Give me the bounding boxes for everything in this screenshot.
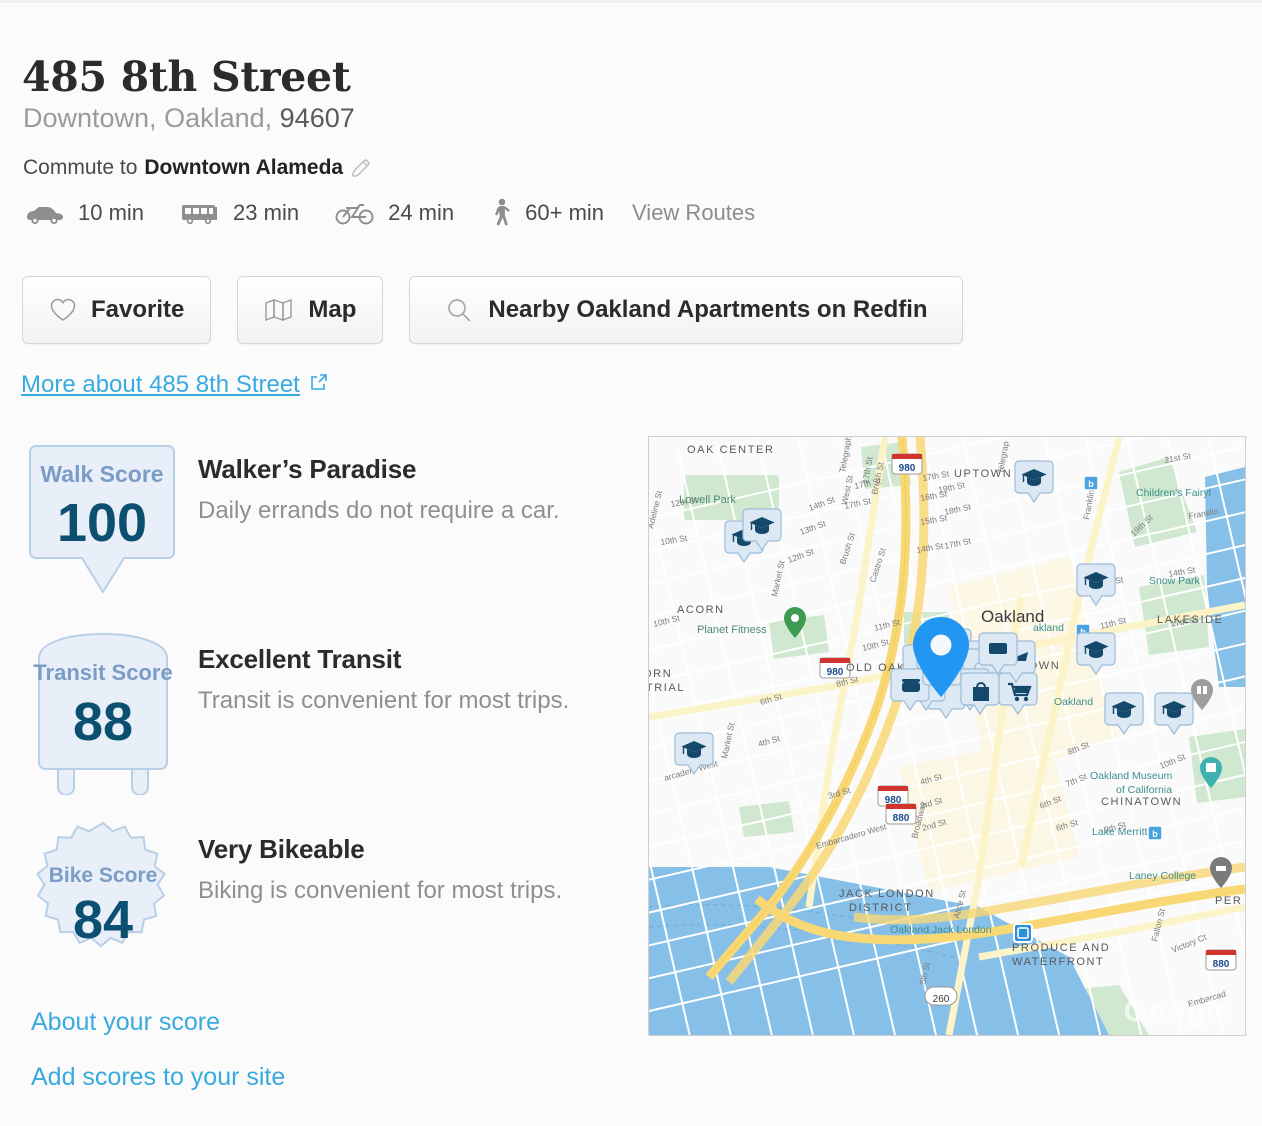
svg-text:Planet Fitness: Planet Fitness bbox=[697, 624, 767, 636]
commute-destination-row: Commute to Downtown Alameda bbox=[23, 156, 372, 180]
more-about-link[interactable]: More about 485 8th Street bbox=[21, 371, 329, 399]
footer-links: About your score Add scores to your site bbox=[31, 1008, 285, 1118]
add-scores-link[interactable]: Add scores to your site bbox=[31, 1063, 285, 1092]
about-your-score-link[interactable]: About your score bbox=[31, 1008, 285, 1037]
svg-text:PRODUCE AND: PRODUCE AND bbox=[1012, 942, 1110, 954]
zip-label: 94607 bbox=[279, 103, 355, 133]
commute-mode-car: 10 min bbox=[23, 198, 144, 228]
svg-text:Children's Fairyl: Children's Fairyl bbox=[1136, 487, 1211, 499]
favorite-button[interactable]: Favorite bbox=[22, 276, 212, 344]
commute-mode-walk-label: 60+ min bbox=[525, 200, 605, 225]
walk-icon bbox=[488, 198, 514, 228]
search-icon bbox=[444, 296, 474, 324]
svg-text:980: 980 bbox=[827, 667, 844, 678]
svg-text:JACK LONDON: JACK LONDON bbox=[839, 888, 935, 900]
bike-score-title: Very Bikeable bbox=[198, 834, 365, 864]
nearby-apartments-button[interactable]: Nearby Oakland Apartments on Redfin bbox=[409, 276, 963, 344]
walk-score-badge-label: Walk Score bbox=[40, 461, 163, 487]
bike-score-badge-value: 84 bbox=[73, 890, 133, 950]
commute-mode-bus-label: 23 min bbox=[233, 200, 300, 225]
map-button[interactable]: Map bbox=[237, 276, 384, 344]
page-title: 485 8th Street bbox=[22, 53, 351, 102]
nearby-apartments-button-label: Nearby Oakland Apartments on Redfin bbox=[488, 296, 928, 323]
score-row-bike: Bike Score 84 Very Bikeable Biking is co… bbox=[28, 820, 628, 1010]
svg-text:880: 880 bbox=[893, 813, 910, 824]
commute-destination-label: Downtown Alameda bbox=[144, 156, 344, 179]
svg-text:WATERFRONT: WATERFRONT bbox=[1012, 956, 1104, 968]
svg-text:b: b bbox=[1088, 479, 1094, 489]
svg-text:STRIAL: STRIAL bbox=[649, 682, 685, 694]
bus-icon bbox=[178, 198, 222, 228]
score-row-transit: Transit Score 88 Excellent Transit Trans… bbox=[28, 630, 628, 820]
action-button-row: Favorite Map Nearby Oakland Apartments o… bbox=[22, 276, 963, 344]
svg-text:DISTRICT: DISTRICT bbox=[849, 902, 913, 914]
map-panel[interactable]: .st{fill:none;stroke:#ffffff;stroke-widt… bbox=[648, 436, 1246, 1036]
commute-mode-bus: 23 min bbox=[178, 198, 299, 228]
bike-score-badge-label: Bike Score bbox=[49, 864, 158, 887]
address-comma: , bbox=[264, 103, 280, 133]
bike-score-badge[interactable]: Bike Score 84 bbox=[28, 820, 178, 985]
map-canvas: .st{fill:none;stroke:#ffffff;stroke-widt… bbox=[649, 437, 1245, 1035]
pencil-icon[interactable] bbox=[350, 157, 372, 179]
svg-text:CHINATOWN: CHINATOWN bbox=[1101, 796, 1182, 808]
map-button-label: Map bbox=[308, 296, 357, 323]
address-subtitle: Downtown, Oakland, 94607 bbox=[23, 103, 355, 134]
commute-mode-car-label: 10 min bbox=[78, 200, 145, 225]
walk-score-text: Walker’s Paradise Daily errands do not r… bbox=[198, 454, 618, 527]
store-icon bbox=[989, 643, 1007, 654]
bike-icon bbox=[333, 198, 377, 228]
map-watermark: Google bbox=[1123, 995, 1233, 1028]
transit-score-badge[interactable]: Transit Score 88 bbox=[28, 630, 178, 796]
more-about-link-label: More about 485 8th Street bbox=[21, 371, 300, 398]
commute-mode-walk: 60+ min bbox=[488, 198, 604, 228]
walkscore-page: 485 8th Street Downtown, Oakland, 94607 … bbox=[0, 0, 1262, 1126]
car-icon bbox=[23, 198, 67, 228]
bike-score-text: Very Bikeable Biking is convenient for m… bbox=[198, 834, 618, 907]
commute-mode-bike-label: 24 min bbox=[388, 200, 455, 225]
commute-prefix-label: Commute to bbox=[23, 156, 138, 179]
walk-score-description: Daily errands do not require a car. bbox=[198, 497, 560, 524]
svg-text:880: 880 bbox=[1213, 959, 1230, 970]
walk-score-title: Walker’s Paradise bbox=[198, 454, 417, 484]
svg-text:Oakland: Oakland bbox=[1054, 696, 1093, 708]
external-link-icon bbox=[309, 371, 329, 399]
heart-icon bbox=[49, 297, 77, 323]
view-routes-link[interactable]: View Routes bbox=[632, 200, 755, 226]
map-icon bbox=[264, 297, 294, 323]
score-row-walk: Walk Score 100 Walker’s Paradise Daily e… bbox=[28, 440, 628, 630]
svg-text:Laney College: Laney College bbox=[1129, 870, 1196, 882]
transit-score-badge-value: 88 bbox=[73, 692, 133, 752]
svg-text:ACORN: ACORN bbox=[677, 604, 725, 616]
transit-score-description: Transit is convenient for most trips. bbox=[198, 687, 570, 714]
transit-score-badge-label: Transit Score bbox=[33, 660, 172, 685]
transit-score-title: Excellent Transit bbox=[198, 644, 402, 674]
commute-mode-bike: 24 min bbox=[333, 198, 454, 228]
neighborhood-label: Downtown, Oakland bbox=[23, 103, 265, 133]
restaurant-icon bbox=[902, 679, 920, 692]
svg-text:980: 980 bbox=[899, 463, 916, 474]
svg-text:Oakland Jack London: Oakland Jack London bbox=[890, 924, 992, 936]
commute-modes: 10 min 23 min 24 min 60+ min View Routes bbox=[23, 198, 755, 228]
svg-text:OAK CENTER: OAK CENTER bbox=[687, 444, 775, 456]
svg-text:Oakland Museum: Oakland Museum bbox=[1090, 770, 1173, 782]
bike-score-description: Biking is convenient for most trips. bbox=[198, 877, 563, 904]
walk-score-badge-value: 100 bbox=[57, 493, 147, 553]
transit-score-text: Excellent Transit Transit is convenient … bbox=[198, 644, 618, 717]
svg-text:ORN: ORN bbox=[649, 668, 672, 680]
favorite-button-label: Favorite bbox=[91, 296, 185, 323]
svg-text:b: b bbox=[1152, 829, 1158, 839]
svg-text:akland: akland bbox=[1033, 622, 1064, 634]
walk-score-badge[interactable]: Walk Score 100 bbox=[28, 440, 178, 605]
svg-text:PER: PER bbox=[1215, 895, 1242, 907]
svg-text:of California: of California bbox=[1116, 784, 1172, 796]
svg-text:260: 260 bbox=[933, 994, 950, 1005]
score-list: Walk Score 100 Walker’s Paradise Daily e… bbox=[28, 440, 628, 1010]
